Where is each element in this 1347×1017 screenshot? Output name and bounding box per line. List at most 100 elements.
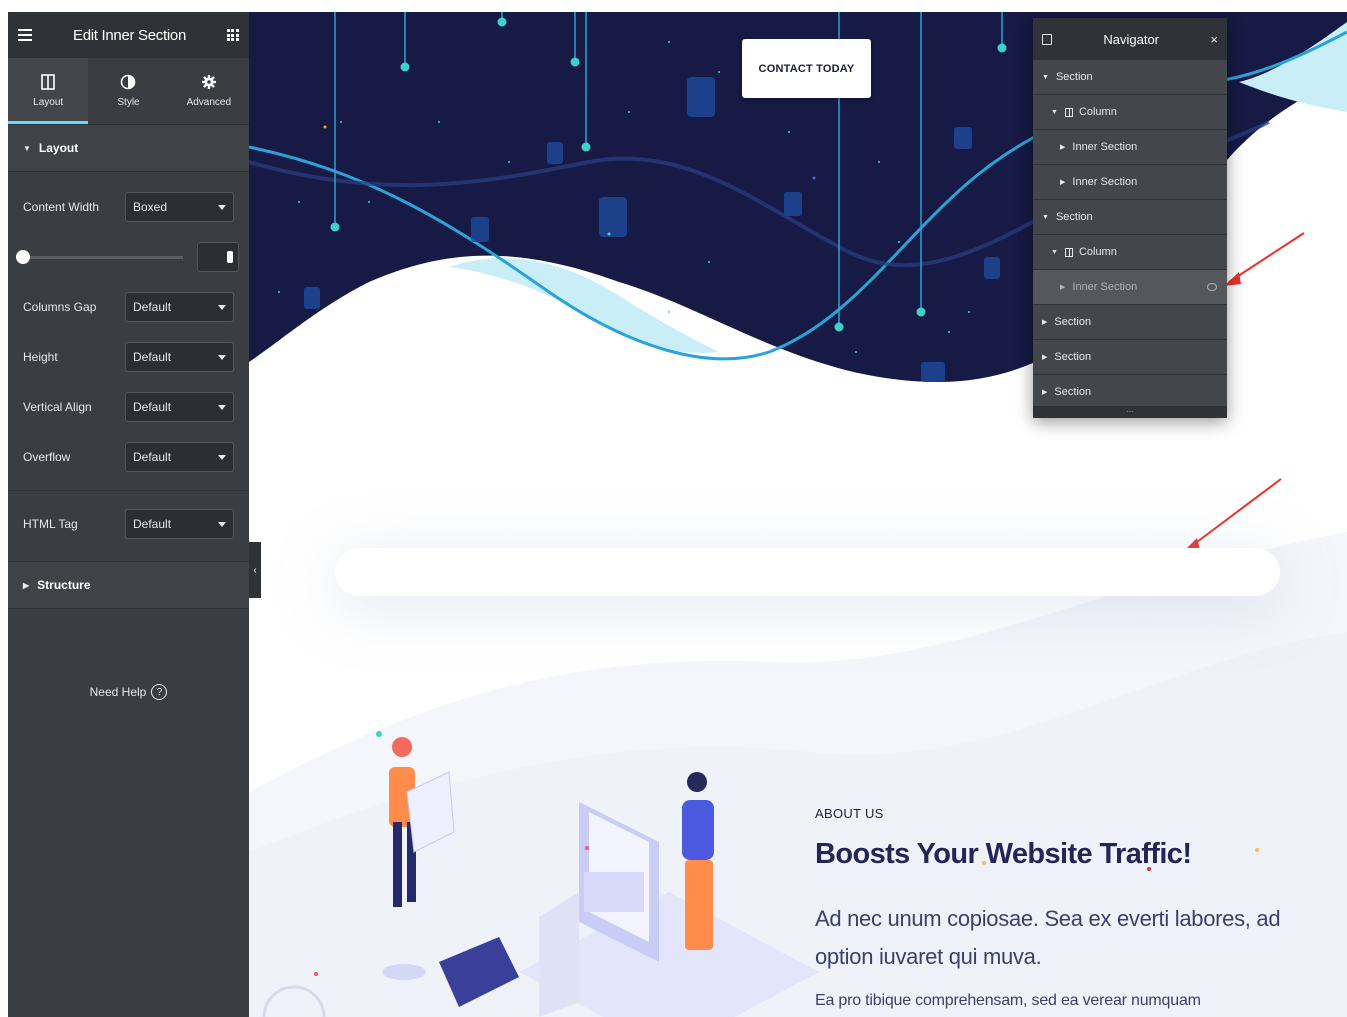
caret-down-icon[interactable]: ▼ <box>1051 109 1058 116</box>
width-slider-control <box>8 232 249 282</box>
caret-right-icon[interactable]: ▶ <box>1060 143 1065 151</box>
select-value: Default <box>133 450 172 464</box>
control-label: HTML Tag <box>23 517 78 531</box>
vertical-align-control: Vertical Align Default <box>8 382 249 432</box>
width-number-input[interactable] <box>197 242 239 272</box>
navigator-title: Navigator <box>1103 31 1160 47</box>
navigator-resize-handle[interactable]: ... <box>1033 406 1227 418</box>
tab-layout[interactable]: Layout <box>8 58 89 124</box>
column-icon <box>1064 107 1073 117</box>
caret-down-icon: ▼ <box>23 143 31 153</box>
caret-right-icon: ▶ <box>23 580 30 590</box>
navigator-item-label: Inner Section <box>1072 141 1138 153</box>
navigator-item[interactable]: ▶ Inner Section <box>1033 165 1227 200</box>
hamburger-menu-icon[interactable] <box>18 29 32 41</box>
layout-section-toggle[interactable]: ▼ Layout <box>8 124 249 172</box>
about-lead-text: Ad nec unum copiosae. Sea ex everti labo… <box>815 906 1281 969</box>
tab-label: Advanced <box>186 97 232 108</box>
question-icon: ? <box>151 684 168 700</box>
select-value: Default <box>133 517 172 531</box>
control-label: Columns Gap <box>23 300 97 314</box>
navigator-item-label: Section <box>1055 211 1093 223</box>
empty-inner-section[interactable] <box>335 548 1280 596</box>
caret-right-icon[interactable]: ▶ <box>1060 178 1065 186</box>
chevron-down-icon <box>218 354 226 360</box>
navigator-item-label: Inner Section <box>1072 281 1138 293</box>
collapse-all-icon[interactable] <box>1042 33 1052 45</box>
select-value: Default <box>133 350 172 364</box>
navigator-item[interactable]: ▼ Column <box>1033 235 1227 270</box>
content-width-control: Content Width Boxed <box>8 182 249 232</box>
control-label: Vertical Align <box>23 400 92 414</box>
panel-title: Edit Inner Section <box>72 26 186 44</box>
navigator-item-label: Column <box>1078 106 1117 118</box>
structure-section-toggle[interactable]: ▶ Structure <box>8 561 249 609</box>
navigator-item-label: Column <box>1078 246 1117 258</box>
vertical-align-select[interactable]: Default <box>125 392 234 422</box>
caret-right-icon[interactable]: ▶ <box>1042 353 1047 361</box>
chevron-down-icon <box>218 454 226 460</box>
section-label: Layout <box>38 141 79 155</box>
spinner-icon[interactable] <box>227 251 233 263</box>
tab-label: Layout <box>33 97 64 108</box>
column-icon <box>1064 247 1073 257</box>
chevron-down-icon <box>218 304 226 310</box>
columns-gap-control: Columns Gap Default <box>8 282 249 332</box>
navigator-item[interactable]: ▶ Inner Section <box>1033 270 1227 305</box>
caret-down-icon[interactable]: ▼ <box>1042 214 1049 221</box>
select-value: Default <box>133 300 172 314</box>
navigator-item[interactable]: ▶ Section <box>1033 340 1227 375</box>
tab-advanced[interactable]: Advanced <box>169 58 249 124</box>
navigator-header[interactable]: Navigator × <box>1033 18 1227 60</box>
navigator-item-label: Inner Section <box>1072 176 1138 188</box>
caret-down-icon[interactable]: ▼ <box>1042 74 1049 81</box>
section-label: Structure <box>37 578 91 592</box>
about-title: Boosts Your Website Traffic! <box>815 838 1192 870</box>
overflow-select[interactable]: Default <box>125 442 234 472</box>
close-icon[interactable]: × <box>1210 32 1218 47</box>
chevron-down-icon <box>218 404 226 410</box>
html-tag-control: HTML Tag Default <box>8 499 249 549</box>
chevron-down-icon <box>218 521 226 527</box>
control-label: Height <box>23 350 58 364</box>
about-body-text: Ea pro tibique comprehensam, sed ea vere… <box>815 992 1201 1009</box>
contrast-icon <box>121 74 136 90</box>
divider <box>8 490 249 491</box>
columns-gap-select[interactable]: Default <box>125 292 234 322</box>
content-width-select[interactable]: Boxed <box>125 192 234 222</box>
widgets-grid-icon[interactable] <box>226 29 239 41</box>
eye-icon[interactable] <box>1207 283 1217 291</box>
overflow-control: Overflow Default <box>8 432 249 482</box>
navigator-item-label: Section <box>1055 71 1093 83</box>
navigator-item-label: Section <box>1054 351 1092 363</box>
navigator-item[interactable]: ▼ Column <box>1033 95 1227 130</box>
caret-right-icon[interactable]: ▶ <box>1042 318 1047 326</box>
columns-icon <box>41 74 55 90</box>
editor-panel: Edit Inner Section Layout Style Advanced… <box>8 12 249 1017</box>
navigator-item-label: Section <box>1054 316 1092 328</box>
caret-right-icon[interactable]: ▶ <box>1060 283 1065 291</box>
control-label: Content Width <box>23 200 100 214</box>
contact-today-button[interactable]: CONTACT TODAY <box>742 39 871 98</box>
slider-handle[interactable] <box>16 249 30 264</box>
navigator-item[interactable]: ▶ Inner Section <box>1033 130 1227 165</box>
height-control: Height Default <box>8 332 249 382</box>
tab-label: Style <box>117 97 140 108</box>
height-select[interactable]: Default <box>125 342 234 372</box>
caret-right-icon[interactable]: ▶ <box>1042 388 1047 396</box>
panel-collapse-button[interactable]: ‹ <box>249 542 261 598</box>
panel-tabs: Layout Style Advanced <box>8 58 249 124</box>
tab-style[interactable]: Style <box>88 58 168 124</box>
select-value: Boxed <box>133 200 168 214</box>
gear-icon <box>201 75 216 89</box>
navigator-item[interactable]: ▼ Section <box>1033 200 1227 235</box>
width-slider[interactable] <box>16 249 183 264</box>
html-tag-select[interactable]: Default <box>125 509 234 539</box>
navigator-item[interactable]: ▶ Section <box>1033 305 1227 340</box>
need-help-link[interactable]: Need Help ? <box>8 684 249 700</box>
navigator-item-label: Section <box>1054 386 1092 398</box>
caret-down-icon[interactable]: ▼ <box>1051 249 1058 256</box>
navigator-item[interactable]: ▼ Section <box>1033 60 1227 95</box>
navigator-panel: Navigator × ▼ Section ▼ Column ▶ Inner Sectio… <box>1033 18 1227 418</box>
control-label: Overflow <box>23 450 71 464</box>
